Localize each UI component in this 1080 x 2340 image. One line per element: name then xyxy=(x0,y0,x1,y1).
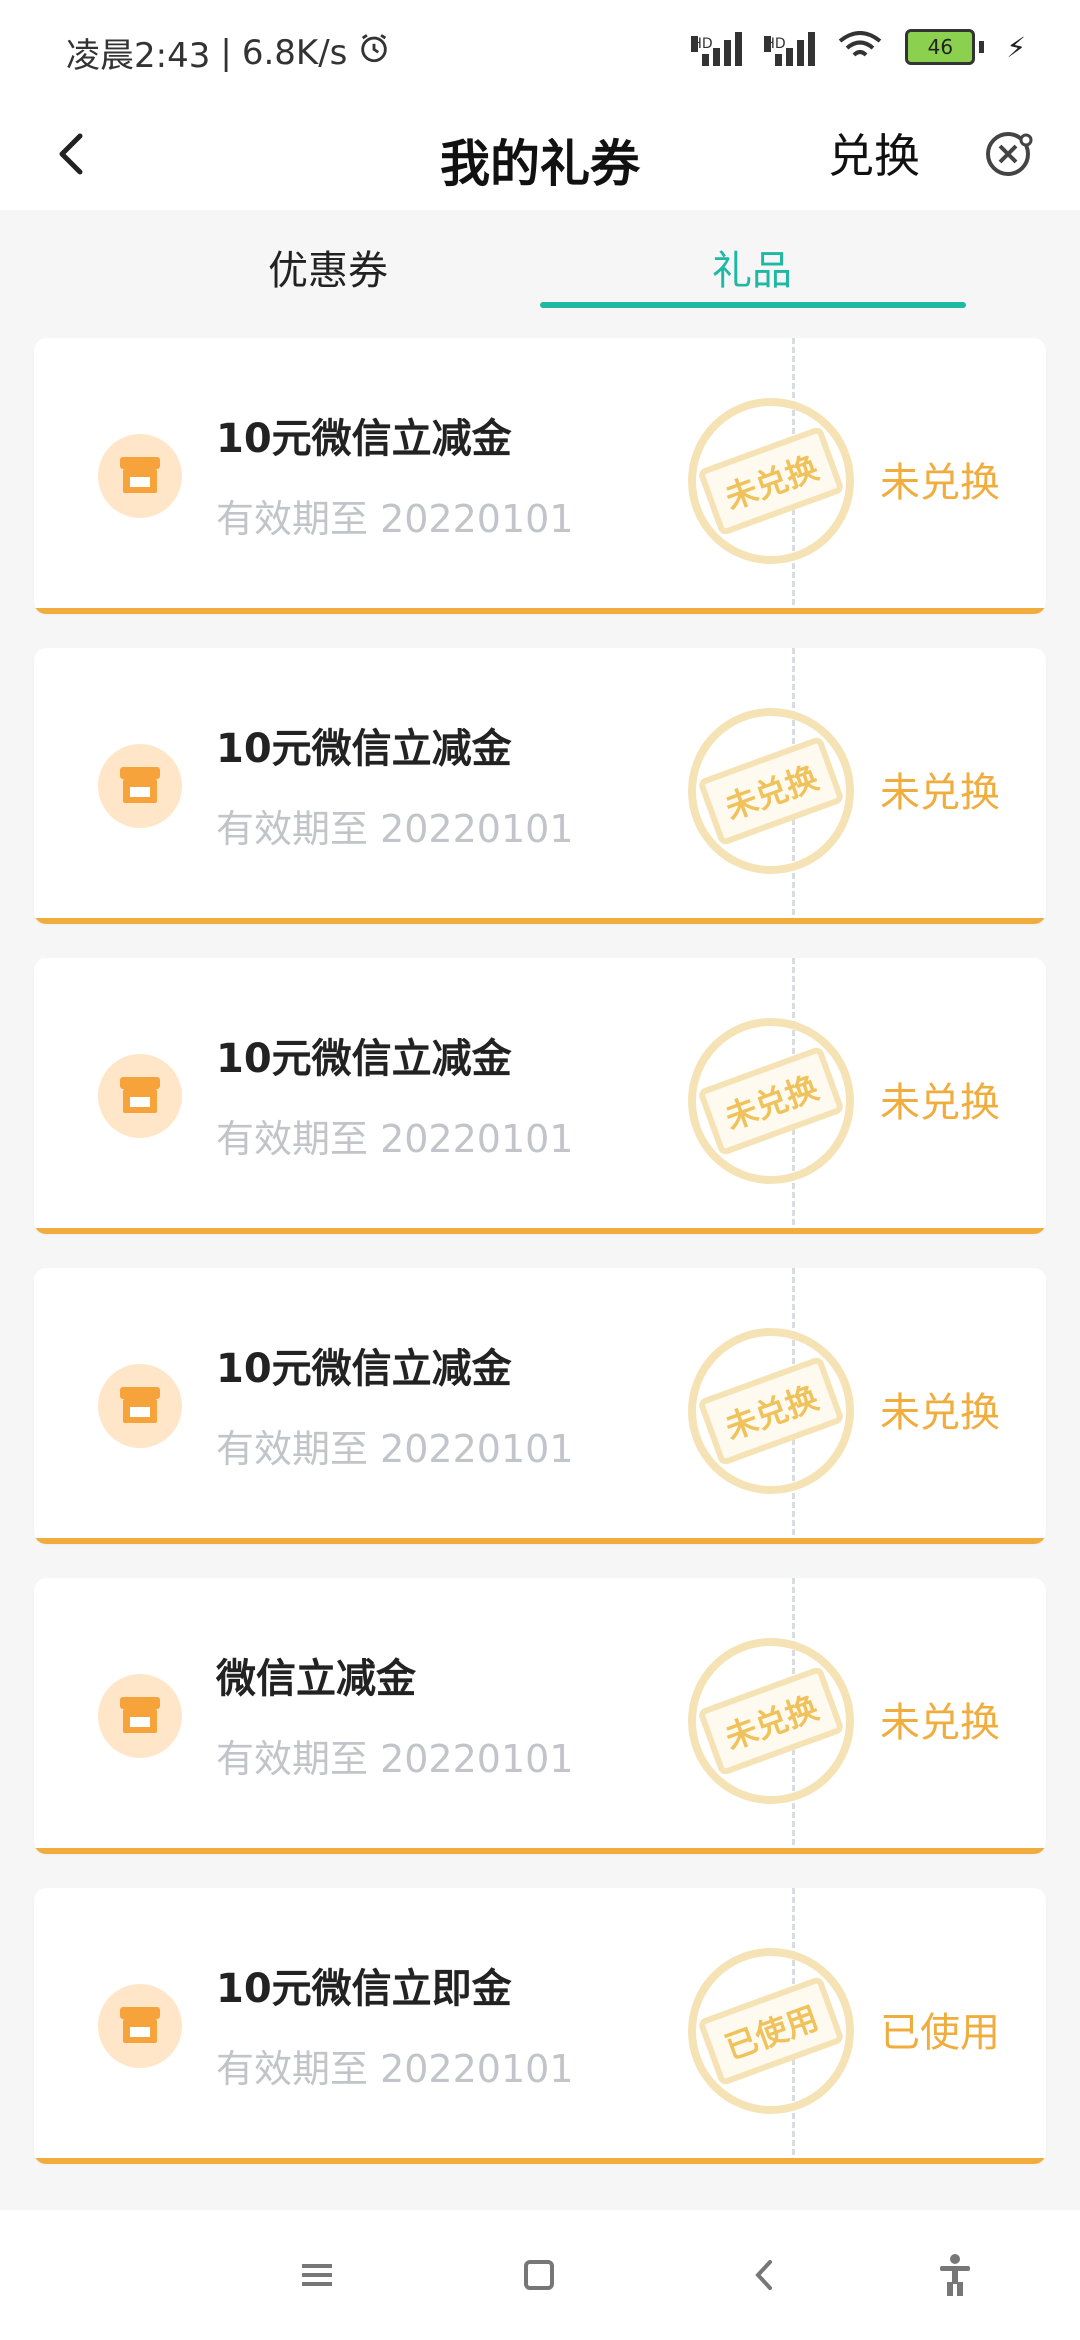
gift-expiry: 有效期至 20220101 xyxy=(216,807,574,851)
stamp-label: 未兑换 xyxy=(696,425,845,537)
gift-expiry: 有效期至 20220101 xyxy=(216,1737,574,1781)
menu-icon[interactable] xyxy=(292,2250,342,2300)
gift-expiry: 有效期至 20220101 xyxy=(216,1117,574,1161)
stamp-icon: 未兑换 xyxy=(688,1018,854,1184)
tab-coupon[interactable]: 优惠券 xyxy=(268,238,388,296)
gift-title: 10元微信立减金 xyxy=(216,726,512,772)
stamp-label: 未兑换 xyxy=(696,735,845,847)
stamp-label: 未兑换 xyxy=(696,1355,845,1467)
status-bar: 凌晨2:43 | 6.8K/s HD HD 46 ⚡ xyxy=(0,0,1080,100)
exchange-button[interactable]: 兑换 xyxy=(828,120,920,186)
stamp-icon: 未兑换 xyxy=(688,1328,854,1494)
alarm-icon xyxy=(357,31,391,74)
store-icon xyxy=(98,744,182,828)
gift-card[interactable]: 10元微信立减金 有效期至 20220101 未兑换 未兑换 xyxy=(34,1268,1046,1544)
card-bottom-accent xyxy=(34,918,1046,924)
gift-status: 已使用 xyxy=(880,2010,1000,2056)
gift-card[interactable]: 10元微信立减金 有效期至 20220101 未兑换 未兑换 xyxy=(34,648,1046,924)
tab-bar: 优惠券 礼品 xyxy=(0,210,1080,310)
close-icon[interactable] xyxy=(976,122,1040,186)
status-left: 凌晨2:43 | 6.8K/s xyxy=(66,28,391,77)
card-bottom-accent xyxy=(34,1228,1046,1234)
gift-status: 未兑换 xyxy=(880,1390,1000,1436)
home-icon[interactable] xyxy=(514,2250,564,2300)
gift-title: 微信立减金 xyxy=(216,1656,416,1702)
gift-card[interactable]: 微信立减金 有效期至 20220101 未兑换 未兑换 xyxy=(34,1578,1046,1854)
status-right: HD HD 46 ⚡ xyxy=(691,28,1026,66)
gift-expiry: 有效期至 20220101 xyxy=(216,1427,574,1471)
tab-gift[interactable]: 礼品 xyxy=(712,238,792,296)
system-navigation-bar xyxy=(0,2210,1080,2340)
gift-title: 10元微信立即金 xyxy=(216,1966,512,2012)
signal-icon-2: HD xyxy=(764,28,816,66)
wifi-icon xyxy=(837,31,883,63)
store-icon xyxy=(98,1364,182,1448)
tab-active-indicator xyxy=(540,302,966,308)
stamp-icon: 已使用 xyxy=(688,1948,854,2114)
top-app-bar: 我的礼券 兑换 xyxy=(0,100,1080,210)
store-icon xyxy=(98,1054,182,1138)
stamp-icon: 未兑换 xyxy=(688,708,854,874)
gift-expiry: 有效期至 20220101 xyxy=(216,2047,574,2091)
gift-title: 10元微信立减金 xyxy=(216,416,512,462)
status-speed: 6.8K/s xyxy=(241,32,348,73)
stamp-label: 未兑换 xyxy=(696,1665,845,1777)
status-separator: | xyxy=(220,32,232,73)
card-bottom-accent xyxy=(34,2158,1046,2164)
gift-card[interactable]: 10元微信立减金 有效期至 20220101 未兑换 未兑换 xyxy=(34,338,1046,614)
gift-list: 10元微信立减金 有效期至 20220101 未兑换 未兑换 10元微信立减金 … xyxy=(34,338,1046,2198)
gift-card[interactable]: 10元微信立即金 有效期至 20220101 已使用 已使用 xyxy=(34,1888,1046,2164)
gift-title: 10元微信立减金 xyxy=(216,1036,512,1082)
battery-cap-icon xyxy=(979,41,985,53)
accessibility-icon[interactable] xyxy=(930,2250,980,2300)
card-bottom-accent xyxy=(34,1848,1046,1854)
charging-icon: ⚡ xyxy=(1006,30,1026,64)
battery-icon: 46 xyxy=(905,29,976,65)
battery-level: 46 xyxy=(927,35,954,59)
store-icon xyxy=(98,434,182,518)
status-time: 凌晨2:43 xyxy=(66,36,211,76)
gift-status: 未兑换 xyxy=(880,460,1000,506)
stamp-icon: 未兑换 xyxy=(688,1638,854,1804)
gift-status: 未兑换 xyxy=(880,1080,1000,1126)
gift-status: 未兑换 xyxy=(880,1700,1000,1746)
nav-back-icon[interactable] xyxy=(740,2250,790,2300)
store-icon xyxy=(98,1674,182,1758)
card-bottom-accent xyxy=(34,608,1046,614)
gift-card[interactable]: 10元微信立减金 有效期至 20220101 未兑换 未兑换 xyxy=(34,958,1046,1234)
card-bottom-accent xyxy=(34,1538,1046,1544)
store-icon xyxy=(98,1984,182,2068)
stamp-label: 未兑换 xyxy=(696,1045,845,1157)
gift-status: 未兑换 xyxy=(880,770,1000,816)
gift-expiry: 有效期至 20220101 xyxy=(216,497,574,541)
gift-title: 10元微信立减金 xyxy=(216,1346,512,1392)
stamp-label: 已使用 xyxy=(696,1975,845,2087)
signal-icon-1: HD xyxy=(691,28,743,66)
stamp-icon: 未兑换 xyxy=(688,398,854,564)
